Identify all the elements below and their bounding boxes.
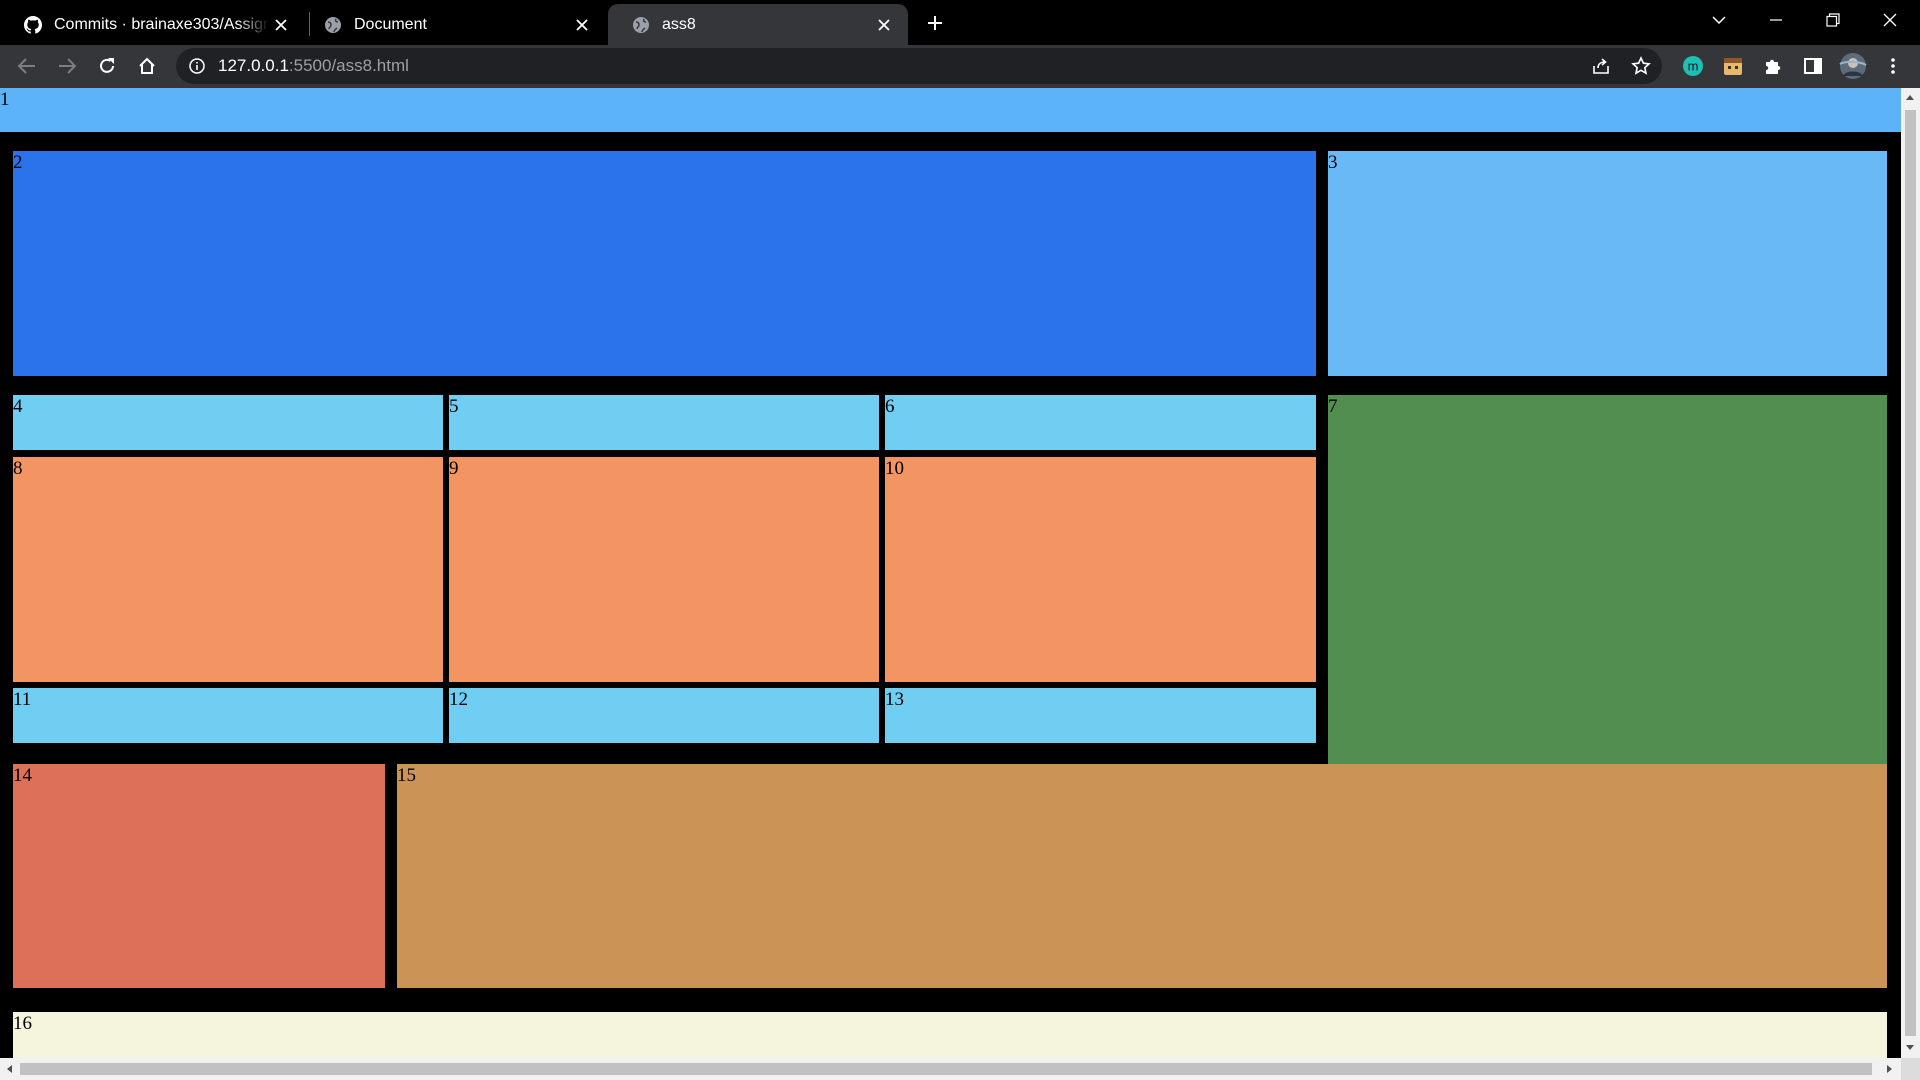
cell-label: 13 [885, 689, 904, 710]
close-icon[interactable] [269, 13, 293, 37]
menu-kebab-icon[interactable] [1878, 51, 1908, 81]
tab-commits[interactable]: Commits · brainaxe303/Assignme [0, 4, 305, 45]
cell-label: 3 [1328, 152, 1338, 173]
grid-cell-12: 12 [449, 688, 879, 743]
close-icon[interactable] [570, 13, 594, 37]
tab-strip: Commits · brainaxe303/Assignme Document … [0, 0, 1920, 45]
grid-cell-16: 16 [13, 1012, 1887, 1058]
vertical-scrollbar[interactable] [1901, 88, 1920, 1058]
scrollbar-corner [1901, 1058, 1920, 1080]
tab-ass8[interactable]: ass8 [608, 4, 908, 45]
reload-icon[interactable] [92, 51, 122, 81]
grid-cell-1: 1 [0, 88, 1901, 132]
cell-label: 4 [13, 396, 23, 417]
horizontal-scroll-thumb[interactable] [20, 1063, 1872, 1075]
scroll-up-arrow-icon[interactable] [1906, 95, 1914, 100]
grid-cell-4: 4 [13, 395, 443, 450]
cell-label: 8 [13, 458, 23, 479]
url-path: :5500/ass8.html [288, 56, 409, 75]
horizontal-scrollbar[interactable] [0, 1058, 1901, 1080]
side-panel-icon[interactable] [1798, 51, 1828, 81]
tab-title: Commits · brainaxe303/Assignme [54, 15, 269, 33]
globe-icon [632, 16, 650, 34]
cell-label: 10 [885, 458, 904, 479]
forward-icon[interactable] [52, 51, 82, 81]
cell-label: 2 [13, 152, 23, 173]
github-icon [24, 15, 42, 34]
cell-label: 1 [0, 89, 10, 110]
grid-cell-8: 8 [13, 457, 443, 682]
cell-label: 12 [449, 689, 468, 710]
grid-cell-3: 3 [1328, 151, 1887, 376]
scroll-down-arrow-icon[interactable] [1906, 1045, 1914, 1050]
close-window-button[interactable] [1868, 0, 1912, 40]
info-icon[interactable] [188, 57, 206, 75]
grid-cell-13: 13 [885, 688, 1316, 743]
grid-cell-2: 2 [13, 151, 1316, 376]
minimize-button[interactable] [1754, 0, 1798, 40]
cell-label: 14 [13, 765, 32, 786]
face-extension-icon[interactable] [1718, 51, 1748, 81]
globe-icon [324, 16, 342, 34]
grid-cell-15: 15 [397, 764, 1887, 988]
cell-label: 7 [1328, 396, 1338, 417]
cell-label: 6 [885, 396, 895, 417]
grid-cell-9: 9 [449, 457, 879, 682]
browser-toolbar: 127.0.0.1:5500/ass8.html m [0, 45, 1920, 88]
grid-cell-11: 11 [13, 688, 443, 743]
cell-label: 9 [449, 458, 459, 479]
page-viewport: 1 2 3 4 5 6 7 8 9 10 11 12 13 14 15 16 [0, 88, 1901, 1058]
tab-title: Document [354, 15, 427, 33]
new-tab-button[interactable] [920, 8, 950, 38]
scroll-left-arrow-icon[interactable] [7, 1065, 12, 1073]
m-extension-label: m [1688, 59, 1699, 74]
puzzle-extensions-icon[interactable] [1758, 51, 1788, 81]
profile-avatar[interactable] [1838, 51, 1868, 81]
address-bar[interactable]: 127.0.0.1:5500/ass8.html [176, 48, 1662, 84]
tab-title: ass8 [662, 15, 696, 33]
grid-cell-14: 14 [13, 764, 385, 988]
url-host: 127.0.0.1 [218, 56, 289, 75]
cell-label: 5 [449, 396, 459, 417]
grid-cell-6: 6 [885, 395, 1316, 450]
home-icon[interactable] [132, 51, 162, 81]
grid-cell-10: 10 [885, 457, 1316, 682]
back-icon[interactable] [12, 51, 42, 81]
cell-label: 15 [397, 765, 416, 786]
m-extension-icon[interactable]: m [1678, 51, 1708, 81]
tab-document[interactable]: Document [310, 4, 606, 45]
grid-cell-5: 5 [449, 395, 879, 450]
share-icon[interactable] [1588, 53, 1614, 79]
url-text[interactable]: 127.0.0.1:5500/ass8.html [218, 56, 409, 76]
scroll-right-arrow-icon[interactable] [1887, 1065, 1892, 1073]
restore-button[interactable] [1811, 0, 1855, 40]
bookmark-star-icon[interactable] [1628, 53, 1654, 79]
cell-label: 11 [13, 689, 32, 710]
close-icon[interactable] [872, 13, 896, 37]
vertical-scroll-thumb[interactable] [1905, 110, 1916, 1036]
tab-search-icon[interactable] [1697, 0, 1741, 40]
cell-label: 16 [13, 1013, 32, 1034]
